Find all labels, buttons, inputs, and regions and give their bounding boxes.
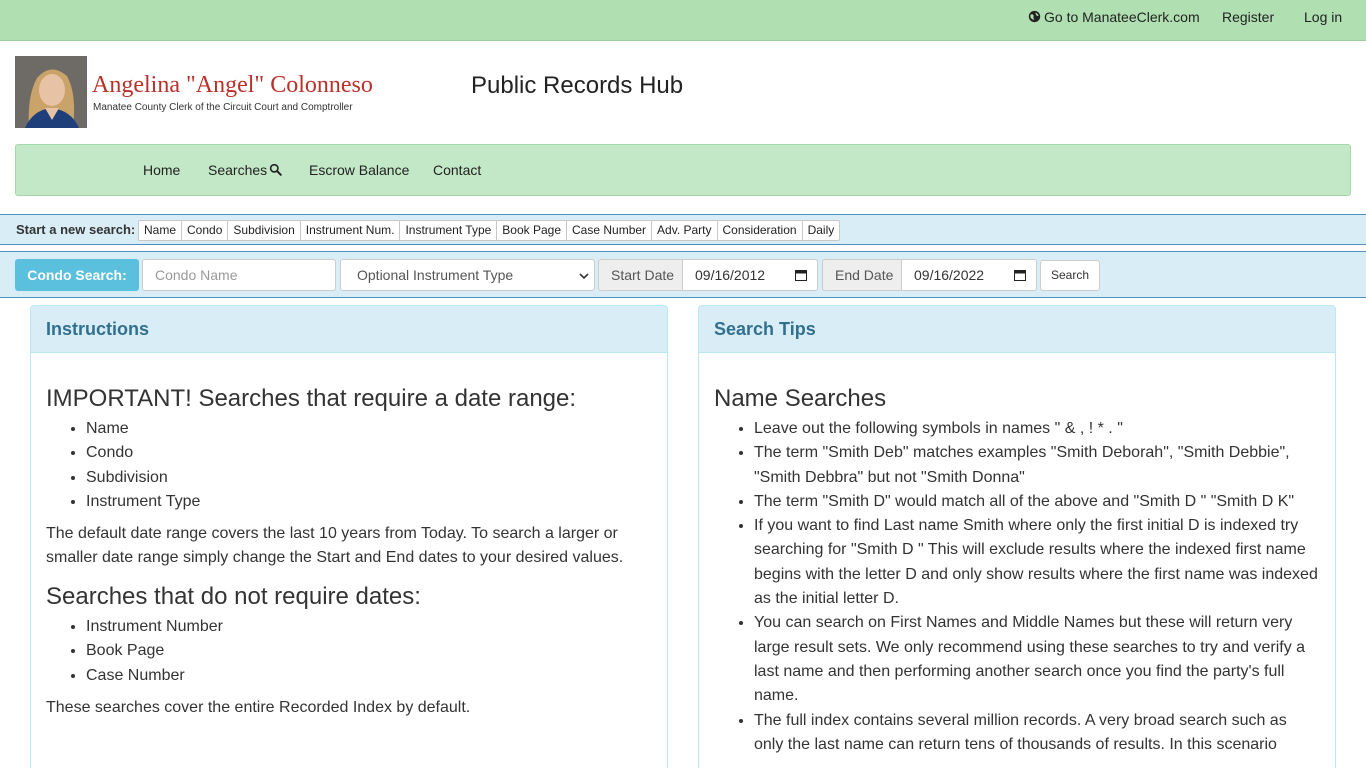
date-range-heading: IMPORTANT! Searches that require a date … xyxy=(46,385,577,412)
list-item: Name xyxy=(86,417,652,441)
no-dates-list: Instrument NumberBook PageCase Number xyxy=(86,615,652,688)
globe-icon xyxy=(1028,10,1041,23)
clerk-name: Angelina "Angel" Colonneso xyxy=(92,72,373,98)
top-bar: Go to ManateeClerk.com Register Log in xyxy=(0,0,1366,41)
date-range-list: NameCondoSubdivisionInstrument Type xyxy=(86,417,652,514)
tip-item: Leave out the following symbols in names… xyxy=(754,417,1320,441)
quick-search-consideration[interactable]: Consideration xyxy=(718,221,803,240)
start-date-label: Start Date xyxy=(598,259,683,291)
condo-search-bar: Condo Search: Condo Name Optional Instru… xyxy=(0,251,1366,298)
quick-search-buttons: Name Condo Subdivision Instrument Num. Instr… xyxy=(138,220,841,241)
search-tips-list: Leave out the following symbols in names… xyxy=(754,417,1320,757)
name-searches-heading: Name Searches xyxy=(714,385,887,412)
search-tips-panel: Search Tips Name Searches Leave out the … xyxy=(698,305,1336,768)
start-date-input[interactable]: 09/16/2012 xyxy=(683,259,818,291)
calendar-icon[interactable] xyxy=(795,269,807,281)
nav-escrow-balance[interactable]: Escrow Balance xyxy=(309,162,409,178)
end-date-label: End Date xyxy=(822,259,902,291)
condo-search-label: Condo Search: xyxy=(15,259,139,291)
quick-search-label: Start a new search: xyxy=(16,222,136,237)
list-item: Condo xyxy=(86,441,652,465)
instrument-type-select[interactable]: Optional Instrument Type xyxy=(340,259,595,291)
list-item: Instrument Type xyxy=(86,490,652,514)
instructions-panel: Instructions IMPORTANT! Searches that re… xyxy=(30,305,668,768)
quick-search-instrument-num[interactable]: Instrument Num. xyxy=(301,221,401,240)
login-link[interactable]: Log in xyxy=(1304,9,1342,25)
quick-search-bar: Start a new search: Name Condo Subdivision… xyxy=(0,214,1366,245)
search-button[interactable]: Search xyxy=(1040,260,1100,291)
nav-contact[interactable]: Contact xyxy=(433,162,481,178)
list-item: Instrument Number xyxy=(86,615,652,639)
clerk-subtitle: Manatee County Clerk of the Circuit Cour… xyxy=(93,102,353,113)
quick-search-case-number[interactable]: Case Number xyxy=(567,221,653,240)
list-item: Case Number xyxy=(86,664,652,688)
quick-search-subdivision[interactable]: Subdivision xyxy=(228,221,301,240)
end-date-input[interactable]: 09/16/2022 xyxy=(902,259,1037,291)
instructions-title: Instructions xyxy=(31,306,667,353)
quick-search-name[interactable]: Name xyxy=(139,221,183,240)
quick-search-condo[interactable]: Condo xyxy=(182,221,229,240)
quick-search-instrument-type[interactable]: Instrument Type xyxy=(400,221,498,240)
tip-item: The term "Smith Deb" matches examples "S… xyxy=(754,441,1320,490)
start-date-value: 09/16/2012 xyxy=(695,267,766,283)
search-tips-title: Search Tips xyxy=(699,306,1335,353)
manatee-clerk-link[interactable]: Go to ManateeClerk.com xyxy=(1028,9,1200,25)
nav-home[interactable]: Home xyxy=(143,162,180,178)
main-nav: Home Searches Escrow Balance Contact xyxy=(15,144,1351,196)
register-link[interactable]: Register xyxy=(1222,9,1274,25)
condo-name-input[interactable]: Condo Name xyxy=(142,259,336,291)
quick-search-adv-party[interactable]: Adv. Party xyxy=(652,221,718,240)
list-item: Book Page xyxy=(86,639,652,663)
instrument-type-select-value: Optional Instrument Type xyxy=(357,267,514,283)
tip-item: The full index contains several million … xyxy=(754,709,1320,758)
quick-search-book-page[interactable]: Book Page xyxy=(497,221,568,240)
clerk-photo xyxy=(15,56,87,128)
no-dates-heading: Searches that do not require dates: xyxy=(46,583,421,611)
site-title: Public Records Hub xyxy=(471,72,684,99)
chevron-down-icon xyxy=(579,273,589,280)
search-icon xyxy=(269,163,282,176)
tip-item: You can search on First Names and Middle… xyxy=(754,611,1320,708)
tip-item: The term "Smith D" would match all of th… xyxy=(754,490,1320,514)
date-range-paragraph: The default date range covers the last 1… xyxy=(46,525,624,567)
no-dates-paragraph: These searches cover the entire Recorded… xyxy=(46,699,471,717)
tip-item: If you want to find Last name Smith wher… xyxy=(754,514,1320,611)
calendar-icon[interactable] xyxy=(1014,269,1026,281)
quick-search-daily[interactable]: Daily xyxy=(803,221,840,240)
list-item: Subdivision xyxy=(86,466,652,490)
end-date-value: 09/16/2022 xyxy=(914,267,985,283)
nav-searches[interactable]: Searches xyxy=(208,162,282,178)
nav-searches-label: Searches xyxy=(208,162,268,178)
manatee-clerk-link-label: Go to ManateeClerk.com xyxy=(1044,9,1200,25)
